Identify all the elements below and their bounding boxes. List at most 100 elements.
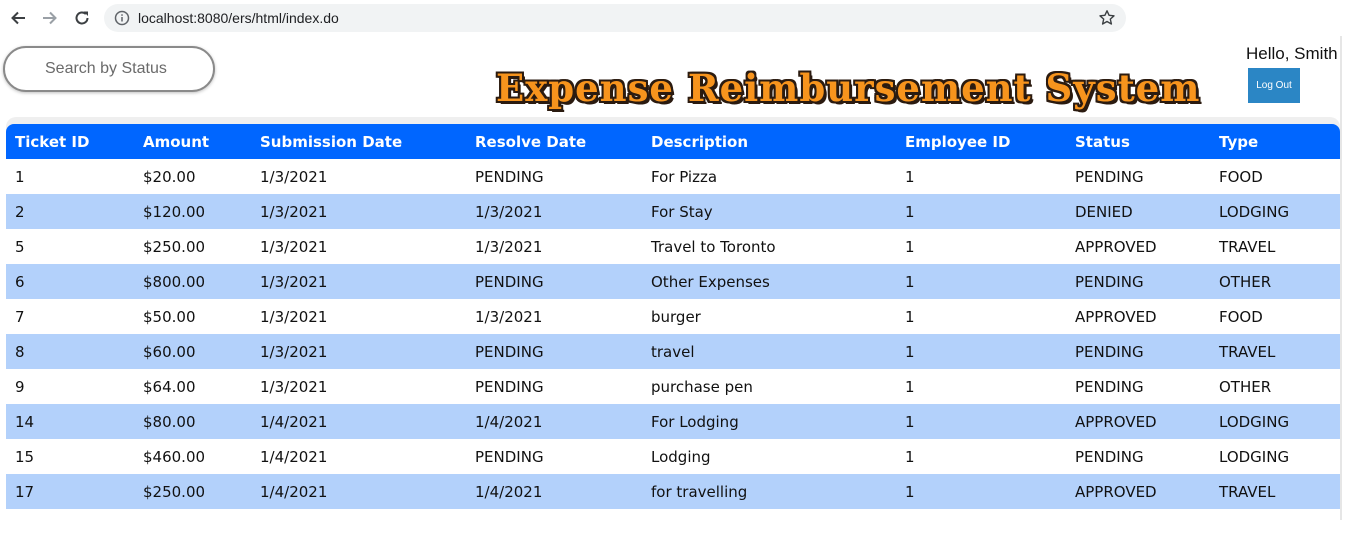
cell-description: Lodging [651,447,711,466]
cell-employee-id: 1 [905,342,915,361]
cell-resolve-date: 1/3/2021 [475,202,543,221]
cell-type: OTHER [1219,272,1272,291]
cell-submission-date: 1/3/2021 [260,167,328,186]
cell-amount: $120.00 [143,202,206,221]
cell-status: APPROVED [1075,307,1157,326]
cell-employee-id: 1 [905,167,915,186]
table-row: 7 $50.00 1/3/2021 1/3/2021 burger 1 APPR… [6,299,1340,334]
cell-amount: $250.00 [143,237,206,256]
cell-amount: $20.00 [143,167,196,186]
cell-status: PENDING [1075,342,1144,361]
cell-type: LODGING [1219,202,1290,221]
cell-resolve-date: 1/4/2021 [475,412,543,431]
cell-description: Other Expenses [651,272,770,291]
cell-employee-id: 1 [905,307,915,326]
cell-type: FOOD [1219,167,1263,186]
cell-ticket-id: 15 [15,447,35,466]
table-row: 6 $800.00 1/3/2021 PENDING Other Expense… [6,264,1340,299]
cell-submission-date: 1/3/2021 [260,272,328,291]
search-input[interactable] [3,46,215,92]
cell-employee-id: 1 [905,412,915,431]
cell-submission-date: 1/3/2021 [260,237,328,256]
cell-amount: $60.00 [143,342,196,361]
cell-status: PENDING [1075,447,1144,466]
cell-submission-date: 1/3/2021 [260,342,328,361]
cell-employee-id: 1 [905,377,915,396]
cell-employee-id: 1 [905,447,915,466]
cell-amount: $800.00 [143,272,206,291]
column-header-status: Status [1075,132,1130,151]
cell-resolve-date: 1/4/2021 [475,482,543,501]
reload-icon[interactable] [70,6,94,30]
star-icon[interactable] [1098,9,1116,27]
cell-ticket-id: 8 [15,342,25,361]
column-header-amount: Amount [143,132,210,151]
table-row: 8 $60.00 1/3/2021 PENDING travel 1 PENDI… [6,334,1340,369]
cell-resolve-date: 1/3/2021 [475,237,543,256]
cell-submission-date: 1/4/2021 [260,482,328,501]
cell-status: PENDING [1075,272,1144,291]
cell-amount: $460.00 [143,447,206,466]
cell-ticket-id: 2 [15,202,25,221]
cell-submission-date: 1/4/2021 [260,412,328,431]
logout-button[interactable]: Log Out [1248,68,1300,103]
cell-employee-id: 1 [905,202,915,221]
cell-ticket-id: 5 [15,237,25,256]
cell-ticket-id: 7 [15,307,25,326]
column-header-employee-id: Employee ID [905,132,1011,151]
cell-type: TRAVEL [1219,482,1276,501]
cell-employee-id: 1 [905,237,915,256]
table-row: 15 $460.00 1/4/2021 PENDING Lodging 1 PE… [6,439,1340,474]
table-row: 2 $120.00 1/3/2021 1/3/2021 For Stay 1 D… [6,194,1340,229]
info-icon[interactable] [114,10,130,26]
address-bar[interactable]: localhost:8080/ers/html/index.do [104,4,1126,32]
cell-description: for travelling [651,482,748,501]
cell-type: OTHER [1219,377,1272,396]
scrollbar[interactable] [1340,36,1342,520]
cell-resolve-date: PENDING [475,167,544,186]
table-row: 17 $250.00 1/4/2021 1/4/2021 for travell… [6,474,1340,509]
column-header-resolve-date: Resolve Date [475,132,587,151]
cell-submission-date: 1/3/2021 [260,307,328,326]
cell-ticket-id: 6 [15,272,25,291]
cell-type: LODGING [1219,447,1290,466]
column-header-submission-date: Submission Date [260,132,403,151]
cell-type: FOOD [1219,307,1263,326]
column-header-type: Type [1219,132,1259,151]
cell-type: LODGING [1219,412,1290,431]
cell-resolve-date: PENDING [475,342,544,361]
cell-submission-date: 1/3/2021 [260,377,328,396]
cell-employee-id: 1 [905,482,915,501]
forward-icon[interactable] [38,6,62,30]
cell-description: travel [651,342,695,361]
cell-description: For Lodging [651,412,739,431]
cell-amount: $64.00 [143,377,196,396]
tickets-table: Ticket ID Amount Submission Date Resolve… [6,124,1340,509]
cell-submission-date: 1/4/2021 [260,447,328,466]
page-title: Expense Reimbursement System [496,66,1201,110]
browser-toolbar: localhost:8080/ers/html/index.do [0,0,1348,36]
cell-description: For Pizza [651,167,718,186]
cell-ticket-id: 1 [15,167,25,186]
cell-amount: $80.00 [143,412,196,431]
column-header-description: Description [651,132,749,151]
cell-description: burger [651,307,701,326]
back-icon[interactable] [6,6,30,30]
cell-type: TRAVEL [1219,237,1276,256]
cell-status: APPROVED [1075,412,1157,431]
cell-status: PENDING [1075,167,1144,186]
cell-resolve-date: PENDING [475,272,544,291]
cell-ticket-id: 9 [15,377,25,396]
cell-status: DENIED [1075,202,1133,221]
column-header-ticket-id: Ticket ID [15,132,90,151]
cell-resolve-date: PENDING [475,447,544,466]
cell-description: purchase pen [651,377,753,396]
cell-amount: $250.00 [143,482,206,501]
cell-type: TRAVEL [1219,342,1276,361]
cell-description: Travel to Toronto [651,237,776,256]
table-row: 1 $20.00 1/3/2021 PENDING For Pizza 1 PE… [6,159,1340,194]
cell-amount: $50.00 [143,307,196,326]
cell-resolve-date: 1/3/2021 [475,307,543,326]
table-row: 9 $64.00 1/3/2021 PENDING purchase pen 1… [6,369,1340,404]
table-row: 5 $250.00 1/3/2021 1/3/2021 Travel to To… [6,229,1340,264]
